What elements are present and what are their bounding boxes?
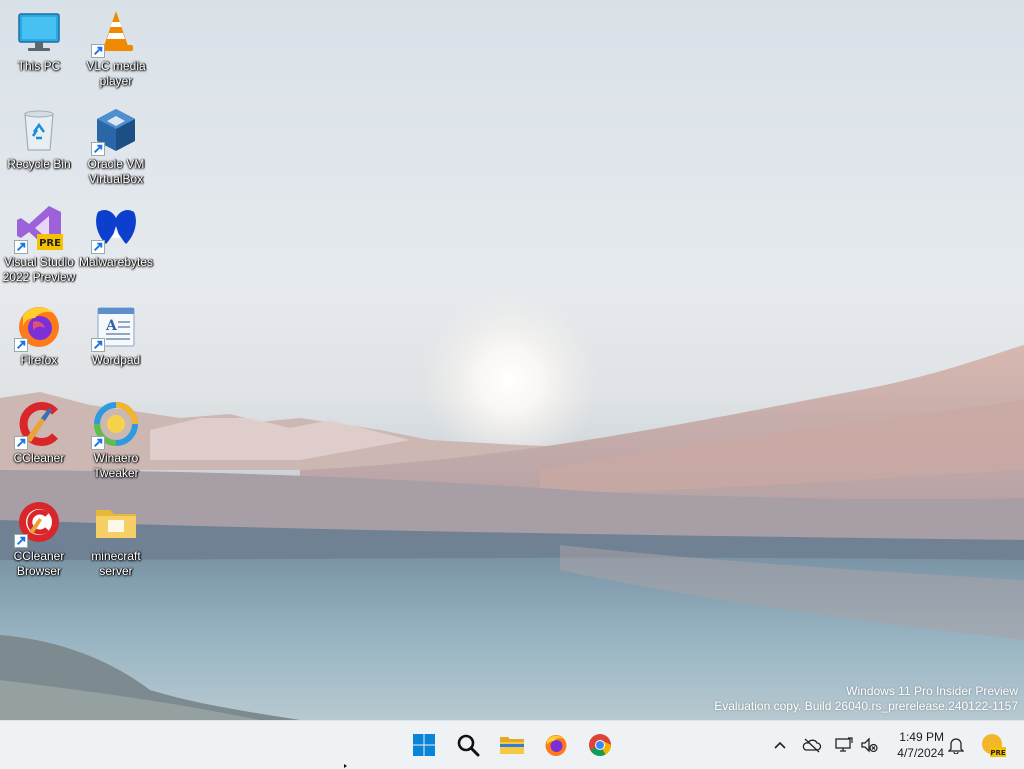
desktop-icon-firefox[interactable]: Firefox <box>0 302 78 368</box>
search-icon <box>457 734 480 757</box>
show-hidden-icons-button[interactable] <box>768 733 792 757</box>
onedrive-icon <box>802 738 822 753</box>
desktop-icon-label: Wordpad <box>91 353 141 367</box>
notifications-bell-icon <box>948 738 964 754</box>
recycle-bin-icon <box>15 106 63 154</box>
shortcut-arrow-icon <box>91 436 105 450</box>
dev-build-icon: PRE <box>982 734 1006 757</box>
shortcut-arrow-icon <box>14 240 28 254</box>
desktop-icon-label: Winaero Tweaker <box>93 451 139 480</box>
ccleaner-icon <box>14 400 63 450</box>
desktop-icon-minecraft-server[interactable]: minecraft server <box>77 498 155 579</box>
watermark-edition: Windows 11 Pro Insider Preview <box>846 684 1018 698</box>
desktop[interactable]: This PC VLC media player Recycle Bin Ora… <box>0 0 1024 720</box>
taskbar: 1:49 PM 4/7/2024 PRE <box>0 720 1024 769</box>
malwarebytes-icon <box>91 204 140 254</box>
start-icon <box>413 734 435 756</box>
notifications-button[interactable] <box>944 733 968 757</box>
dev-build-button[interactable]: PRE <box>980 732 1006 758</box>
desktop-icon-visual-studio[interactable]: PRE Visual Studio 2022 Preview <box>0 204 78 285</box>
evaluation-watermark: Windows 11 Pro Insider Preview Evaluatio… <box>714 684 1018 714</box>
svg-text:PRE: PRE <box>990 749 1006 757</box>
desktop-icon-label: Malwarebytes <box>78 255 154 269</box>
shortcut-arrow-icon <box>91 142 105 156</box>
desktop-icon-malwarebytes[interactable]: Malwarebytes <box>77 204 155 270</box>
onedrive-status-button[interactable] <box>800 733 824 757</box>
desktop-icon-label: Recycle Bin <box>7 157 71 171</box>
chrome-icon <box>589 734 611 756</box>
folder-icon <box>92 498 140 546</box>
file-explorer-icon <box>500 737 524 754</box>
desktop-icon-ccleaner[interactable]: CCleaner <box>0 400 78 466</box>
volume-muted-icon <box>861 737 878 753</box>
winaero-tweaker-icon <box>91 400 140 450</box>
svg-text:A: A <box>105 318 118 334</box>
desktop-icon-label: Firefox <box>20 353 58 367</box>
svg-text:PRE: PRE <box>39 238 61 249</box>
desktop-icon-label: minecraft server <box>91 549 141 578</box>
search-button[interactable] <box>452 729 484 761</box>
desktop-icon-wordpad[interactable]: A Wordpad <box>77 302 155 368</box>
volume-button[interactable] <box>857 733 881 757</box>
file-explorer-button[interactable] <box>496 729 528 761</box>
clock-date: 4/7/2024 <box>897 746 944 760</box>
firefox-icon <box>14 302 63 352</box>
mouse-cursor <box>344 764 347 768</box>
desktop-icon-label: CCleaner Browser <box>13 549 65 578</box>
monitor-icon <box>15 8 63 56</box>
shortcut-arrow-icon <box>14 534 28 548</box>
network-status-button[interactable] <box>832 733 856 757</box>
desktop-icon-this-pc[interactable]: This PC <box>0 8 78 74</box>
shortcut-arrow-icon <box>91 338 105 352</box>
shortcut-arrow-icon <box>91 240 105 254</box>
start-button[interactable] <box>408 729 440 761</box>
ccleaner-browser-icon <box>14 498 63 548</box>
desktop-icon-label: VLC media player <box>86 59 146 88</box>
desktop-icon-label: Oracle VM VirtualBox <box>87 157 145 186</box>
taskbar-chrome-button[interactable] <box>584 729 616 761</box>
shortcut-arrow-icon <box>14 436 28 450</box>
desktop-icon-label: Visual Studio 2022 Preview <box>2 255 76 284</box>
desktop-icon-recycle-bin[interactable]: Recycle Bin <box>0 106 78 172</box>
taskbar-firefox-button[interactable] <box>540 729 572 761</box>
desktop-icon-winaero-tweaker[interactable]: Winaero Tweaker <box>77 400 155 481</box>
desktop-icon-ccleaner-browser[interactable]: CCleaner Browser <box>0 498 78 579</box>
firefox-icon <box>545 735 567 756</box>
chevron-up-icon <box>774 741 786 749</box>
clock[interactable]: 1:49 PM 4/7/2024 <box>897 729 944 761</box>
desktop-icon-label: This PC <box>17 59 61 73</box>
shortcut-arrow-icon <box>91 44 105 58</box>
desktop-icon-label: CCleaner <box>13 451 65 465</box>
desktop-icon-vlc[interactable]: VLC media player <box>77 8 155 89</box>
vlc-cone-icon <box>91 8 140 58</box>
wordpad-icon: A <box>91 302 140 352</box>
virtualbox-icon <box>91 106 140 156</box>
desktop-icon-virtualbox[interactable]: Oracle VM VirtualBox <box>77 106 155 187</box>
visual-studio-icon: PRE <box>14 204 63 254</box>
clock-time: 1:49 PM <box>899 730 944 744</box>
watermark-build: Evaluation copy. Build 26040.rs_prerelea… <box>714 699 1018 713</box>
shortcut-arrow-icon <box>14 338 28 352</box>
network-icon <box>835 737 853 752</box>
